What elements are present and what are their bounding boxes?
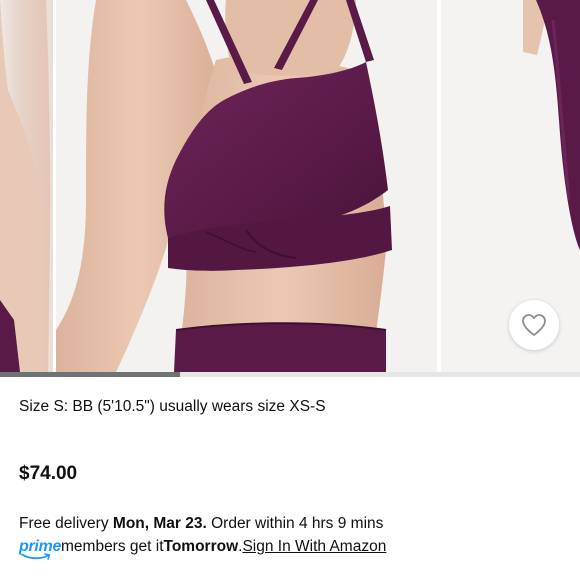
prime-tomorrow: Tomorrow — [163, 538, 239, 555]
product-image-main[interactable] — [56, 0, 437, 372]
gallery-scroll-track — [0, 372, 580, 377]
product-price: $74.00 — [19, 463, 78, 484]
prime-smile-icon — [21, 553, 51, 560]
sports-bra-model-illustration — [56, 0, 437, 372]
prime-logo: prime — [19, 538, 61, 562]
wishlist-button[interactable] — [509, 300, 559, 350]
heart-outline-icon — [522, 314, 546, 336]
delivery-order-within: Order within 4 hrs 9 mins — [206, 515, 384, 532]
prime-delivery-message: prime members get it Tomorrow. Sign In W… — [19, 538, 386, 562]
delivery-message: Free delivery Mon, Mar 23. Order within … — [19, 515, 383, 533]
gallery-scroll-thumb[interactable] — [0, 372, 180, 377]
delivery-date: Mon, Mar 23. — [112, 515, 207, 532]
delivery-prefix: Free delivery — [19, 515, 113, 532]
product-image-previous[interactable] — [0, 0, 53, 372]
product-image-gallery[interactable] — [0, 0, 580, 372]
model-size-info: Size S: BB (5'10.5") usually wears size … — [19, 398, 326, 415]
prime-members-text: members get it — [61, 538, 164, 555]
sign-in-with-amazon-link[interactable]: Sign In With Amazon — [242, 538, 386, 556]
previous-image-illustration — [0, 0, 53, 372]
